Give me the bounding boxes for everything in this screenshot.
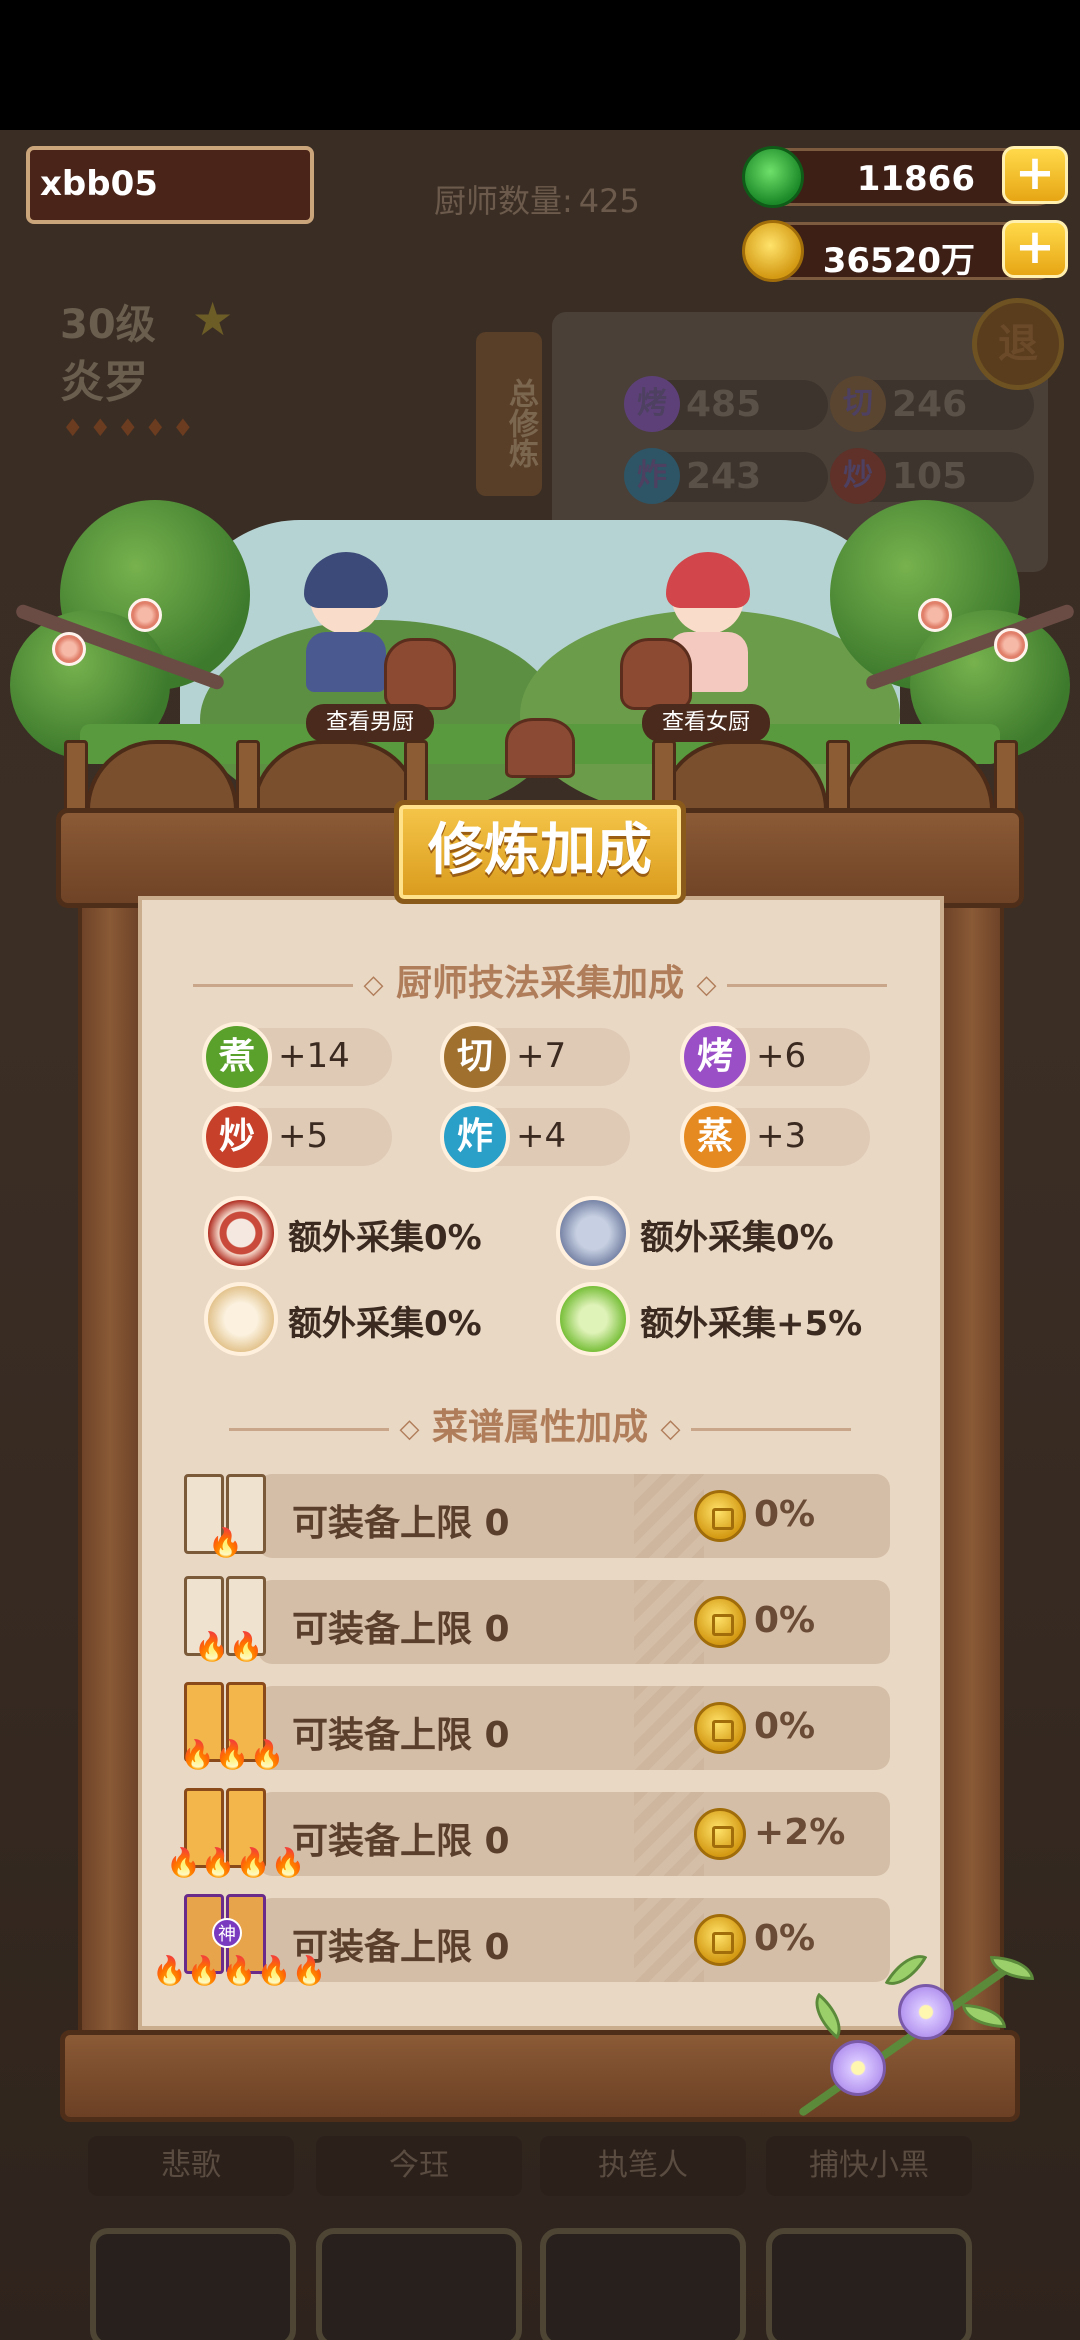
flame-icons: 🔥🔥🔥🔥	[166, 1846, 306, 1879]
modal-frame-right	[940, 880, 1004, 2050]
view-female-chef-button[interactable]: 查看女厨	[642, 704, 770, 742]
mini-skill-stirfry: 炒 105	[830, 448, 1034, 504]
rocking-horse	[620, 638, 692, 710]
section-title-recipes: ◇ 菜谱属性加成 ◇	[180, 1398, 900, 1450]
blossom	[994, 628, 1028, 662]
recipe-row-3: 可装备上限 0 0%	[258, 1686, 890, 1770]
flower-icon	[830, 2040, 886, 2096]
coin-icon	[694, 1914, 746, 1966]
skill-stirfry: 炒 +5	[202, 1102, 392, 1172]
stirfry-icon: 炒	[202, 1102, 272, 1172]
username-box[interactable]: xbb05	[26, 146, 314, 224]
jade-value: 11866	[856, 159, 975, 199]
chef-name-tag: 捕快小黑	[766, 2136, 972, 2196]
view-male-chef-button[interactable]: 查看男厨	[306, 704, 434, 742]
skill-fry: 炸 +4	[440, 1102, 630, 1172]
flame-icons: ♦♦♦♦♦	[62, 414, 200, 442]
flame-icons: 🔥🔥🔥	[180, 1738, 285, 1771]
star-icon: ★	[192, 292, 234, 346]
chef-card	[540, 2228, 746, 2340]
hero-level: 30级	[60, 302, 156, 348]
flame-icons: 🔥🔥🔥🔥🔥	[152, 1954, 327, 1987]
coin-icon	[694, 1490, 746, 1542]
chef-card	[90, 2228, 296, 2340]
chef-card	[766, 2228, 972, 2340]
modal-title-plate: 修炼加成	[394, 800, 686, 904]
total-cultivation-tab[interactable]: 总修炼	[476, 332, 542, 496]
fish-icon	[556, 1196, 630, 1270]
blossom	[128, 598, 162, 632]
blossom	[52, 632, 86, 666]
coin-icon	[694, 1596, 746, 1648]
recipe-row-4: 可装备上限 0 +2%	[258, 1792, 890, 1876]
add-coin-button[interactable]: +	[1002, 220, 1068, 278]
steam-icon: 蒸	[680, 1102, 750, 1172]
mini-skill-roast: 烤 485	[624, 376, 828, 432]
chef-name-tag: 今珏	[316, 2136, 522, 2196]
flame-icons: 🔥🔥	[194, 1630, 264, 1663]
modal-title: 修炼加成	[428, 818, 652, 883]
divine-badge: 神	[212, 1918, 242, 1948]
roast-icon: 烤	[680, 1022, 750, 1092]
chef-name-tag: 执笔人	[540, 2136, 746, 2196]
skill-steam: 蒸 +3	[680, 1102, 870, 1172]
blossom	[918, 598, 952, 632]
skill-cut: 切 +7	[440, 1022, 630, 1092]
coin-value: 36520万	[822, 241, 975, 281]
mini-skill-fry: 炸 243	[624, 448, 828, 504]
coin-icon	[694, 1808, 746, 1860]
skill-boil: 煮 +14	[202, 1022, 392, 1092]
recipe-row-1: 可装备上限 0 0%	[258, 1474, 890, 1558]
coin-icon	[694, 1702, 746, 1754]
status-bar-area	[0, 0, 1080, 130]
boil-icon: 煮	[202, 1022, 272, 1092]
flower-icon	[898, 1984, 954, 2040]
male-chef[interactable]	[296, 552, 396, 692]
meat-icon	[204, 1196, 278, 1270]
username: xbb05	[40, 164, 158, 204]
bell-icon	[505, 718, 575, 778]
recipe-row-2: 可装备上限 0 0%	[258, 1580, 890, 1664]
section-title-skills: ◇ 厨师技法采集加成 ◇	[180, 954, 900, 1006]
modal-frame-left	[78, 880, 142, 2050]
rocking-horse	[384, 638, 456, 710]
fry-icon: 炸	[440, 1102, 510, 1172]
bun-icon	[204, 1282, 278, 1356]
chef-count: 厨师数量: 425	[434, 182, 640, 220]
coin-icon	[742, 220, 804, 282]
cut-icon: 切	[440, 1022, 510, 1092]
recipe-row-5: 可装备上限 0 0%	[258, 1898, 890, 1982]
add-jade-button[interactable]: +	[1002, 146, 1068, 204]
skill-roast: 烤 +6	[680, 1022, 870, 1092]
chef-name-tag: 悲歌	[88, 2136, 294, 2196]
jade-icon	[742, 146, 804, 208]
hero-name: 炎罗	[60, 357, 148, 408]
exit-button[interactable]: 退	[972, 298, 1064, 390]
cabbage-icon	[556, 1282, 630, 1356]
flame-icon: 🔥	[208, 1526, 243, 1559]
chef-card	[316, 2228, 522, 2340]
